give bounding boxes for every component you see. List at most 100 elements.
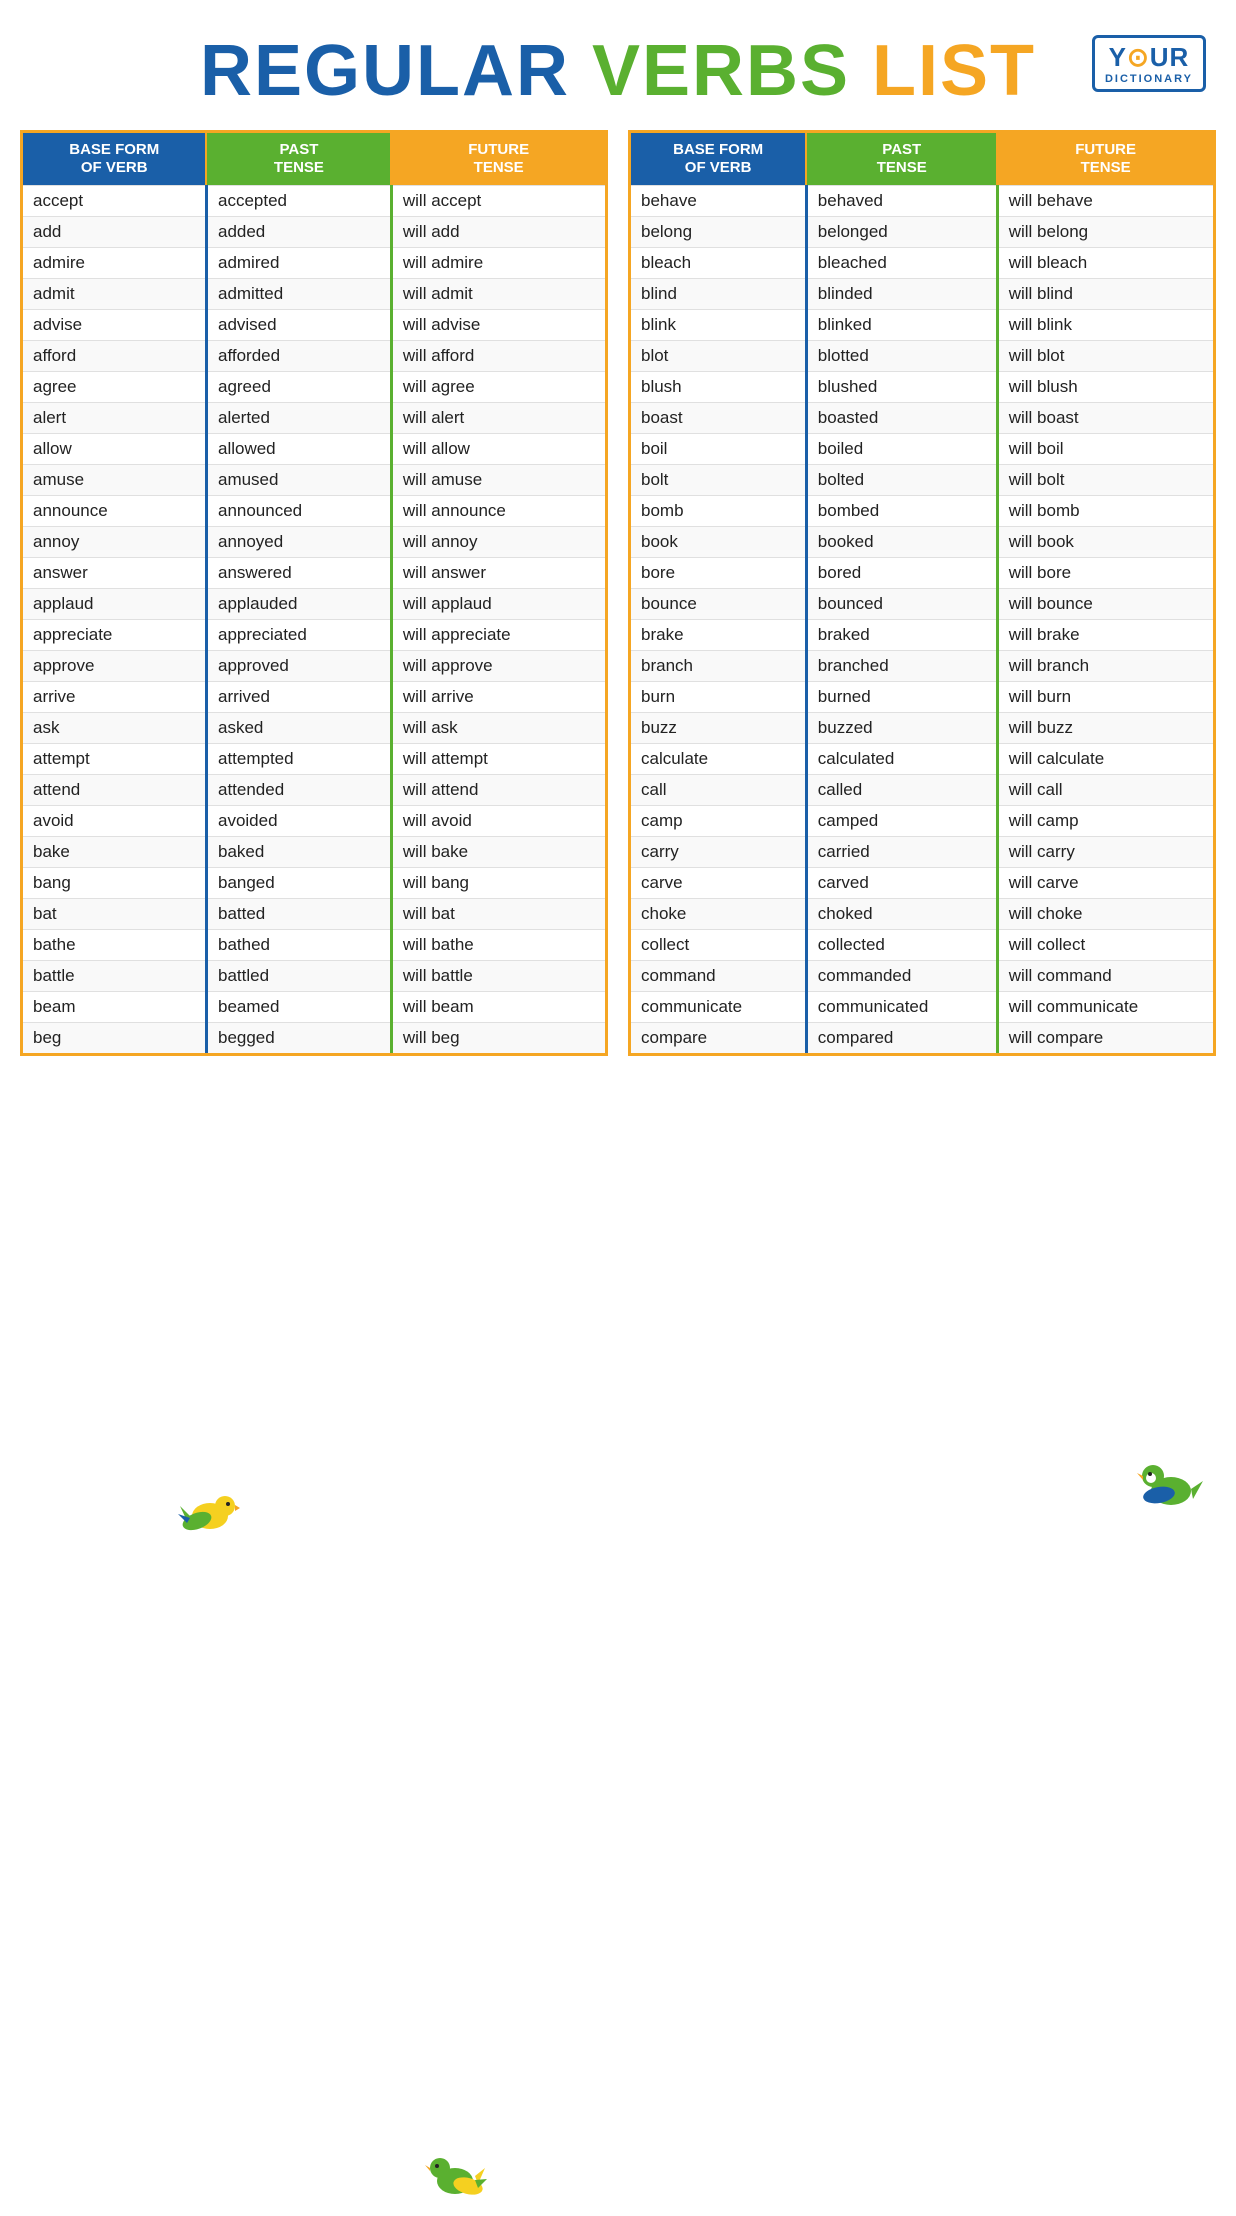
past-tense-cell: communicated bbox=[806, 992, 997, 1023]
future-tense-cell: will amuse bbox=[391, 465, 605, 496]
past-tense-cell: begged bbox=[206, 1023, 391, 1054]
future-tense-cell: will compare bbox=[997, 1023, 1213, 1054]
table-row: bathe bathed will bathe bbox=[23, 930, 605, 961]
base-form-cell: admire bbox=[23, 248, 206, 279]
base-form-cell: buzz bbox=[631, 713, 806, 744]
table-row: bounce bounced will bounce bbox=[631, 589, 1213, 620]
base-form-cell: camp bbox=[631, 806, 806, 837]
base-form-cell: arrive bbox=[23, 682, 206, 713]
table-row: add added will add bbox=[23, 217, 605, 248]
base-form-cell: boil bbox=[631, 434, 806, 465]
past-tense-cell: banged bbox=[206, 868, 391, 899]
table-row: allow allowed will allow bbox=[23, 434, 605, 465]
future-tense-cell: will command bbox=[997, 961, 1213, 992]
past-tense-cell: attempted bbox=[206, 744, 391, 775]
future-tense-cell: will collect bbox=[997, 930, 1213, 961]
bird-blind-decoration bbox=[1131, 1451, 1206, 1526]
table-row: bang banged will bang bbox=[23, 868, 605, 899]
table-row: compare compared will compare bbox=[631, 1023, 1213, 1054]
table-row: announce announced will announce bbox=[23, 496, 605, 527]
right-header-row: BASE FORMOF VERB PASTTENSE FUTURETENSE bbox=[631, 133, 1213, 186]
table-row: annoy annoyed will annoy bbox=[23, 527, 605, 558]
base-form-cell: admit bbox=[23, 279, 206, 310]
table-row: applaud applauded will applaud bbox=[23, 589, 605, 620]
future-tense-cell: will blush bbox=[997, 372, 1213, 403]
bird-agree-decoration bbox=[175, 1486, 245, 1546]
right-table-body: behave behaved will behave belong belong… bbox=[631, 186, 1213, 1054]
future-tense-cell: will attempt bbox=[391, 744, 605, 775]
table-row: bomb bombed will bomb bbox=[631, 496, 1213, 527]
past-tense-cell: blushed bbox=[806, 372, 997, 403]
left-table-body: accept accepted will accept add added wi… bbox=[23, 186, 605, 1054]
table-row: admit admitted will admit bbox=[23, 279, 605, 310]
past-tense-cell: blinded bbox=[806, 279, 997, 310]
table-row: book booked will book bbox=[631, 527, 1213, 558]
past-tense-cell: bounced bbox=[806, 589, 997, 620]
future-tense-cell: will attend bbox=[391, 775, 605, 806]
future-tense-cell: will belong bbox=[997, 217, 1213, 248]
past-tense-cell: collected bbox=[806, 930, 997, 961]
future-tense-cell: will bomb bbox=[997, 496, 1213, 527]
base-form-cell: burn bbox=[631, 682, 806, 713]
base-form-cell: agree bbox=[23, 372, 206, 403]
future-tense-cell: will boil bbox=[997, 434, 1213, 465]
base-form-cell: applaud bbox=[23, 589, 206, 620]
table-row: belong belonged will belong bbox=[631, 217, 1213, 248]
table-row: attempt attempted will attempt bbox=[23, 744, 605, 775]
past-tense-cell: afforded bbox=[206, 341, 391, 372]
table-row: collect collected will collect bbox=[631, 930, 1213, 961]
base-form-cell: answer bbox=[23, 558, 206, 589]
future-tense-cell: will answer bbox=[391, 558, 605, 589]
table-row: bat batted will bat bbox=[23, 899, 605, 930]
base-form-cell: bake bbox=[23, 837, 206, 868]
future-tense-cell: will agree bbox=[391, 372, 605, 403]
future-tense-cell: will bat bbox=[391, 899, 605, 930]
table-row: attend attended will attend bbox=[23, 775, 605, 806]
base-form-cell: choke bbox=[631, 899, 806, 930]
table-row: burn burned will burn bbox=[631, 682, 1213, 713]
left-table-section: BASE FORMOF VERB PASTTENSE FUTURETENSE a… bbox=[20, 130, 608, 1056]
future-tense-cell: will bake bbox=[391, 837, 605, 868]
base-form-cell: avoid bbox=[23, 806, 206, 837]
past-tense-cell: braked bbox=[806, 620, 997, 651]
base-form-cell: advise bbox=[23, 310, 206, 341]
past-tense-cell: avoided bbox=[206, 806, 391, 837]
future-tense-cell: will applaud bbox=[391, 589, 605, 620]
future-tense-cell: will brake bbox=[997, 620, 1213, 651]
future-tense-cell: will bolt bbox=[997, 465, 1213, 496]
base-form-cell: amuse bbox=[23, 465, 206, 496]
bird-svg-3 bbox=[1131, 1451, 1206, 1521]
base-form-cell: ask bbox=[23, 713, 206, 744]
title-regular: REGULAR bbox=[200, 31, 570, 111]
future-tense-cell: will book bbox=[997, 527, 1213, 558]
future-tense-cell: will bleach bbox=[997, 248, 1213, 279]
table-row: calculate calculated will calculate bbox=[631, 744, 1213, 775]
table-row: answer answered will answer bbox=[23, 558, 605, 589]
base-form-cell: book bbox=[631, 527, 806, 558]
base-form-cell: communicate bbox=[631, 992, 806, 1023]
base-form-cell: carve bbox=[631, 868, 806, 899]
base-form-cell: command bbox=[631, 961, 806, 992]
past-tense-cell: approved bbox=[206, 651, 391, 682]
past-tense-cell: carved bbox=[806, 868, 997, 899]
table-row: beam beamed will beam bbox=[23, 992, 605, 1023]
past-tense-cell: asked bbox=[206, 713, 391, 744]
future-tense-cell: will battle bbox=[391, 961, 605, 992]
table-row: accept accepted will accept bbox=[23, 186, 605, 217]
logo-dictionary: DICTIONARY bbox=[1105, 73, 1193, 85]
past-tense-cell: calculated bbox=[806, 744, 997, 775]
future-tense-cell: will annoy bbox=[391, 527, 605, 558]
past-tense-cell: answered bbox=[206, 558, 391, 589]
table-row: bleach bleached will bleach bbox=[631, 248, 1213, 279]
title-verbs: VERBS bbox=[592, 31, 850, 111]
base-form-cell: bomb bbox=[631, 496, 806, 527]
table-row: choke choked will choke bbox=[631, 899, 1213, 930]
base-form-cell: brake bbox=[631, 620, 806, 651]
table-row: afford afforded will afford bbox=[23, 341, 605, 372]
past-tense-cell: bolted bbox=[806, 465, 997, 496]
base-form-cell: attend bbox=[23, 775, 206, 806]
past-tense-cell: called bbox=[806, 775, 997, 806]
logo-box: Y⊙UR DICTIONARY bbox=[1092, 35, 1206, 92]
table-row: arrive arrived will arrive bbox=[23, 682, 605, 713]
future-tense-cell: will bore bbox=[997, 558, 1213, 589]
